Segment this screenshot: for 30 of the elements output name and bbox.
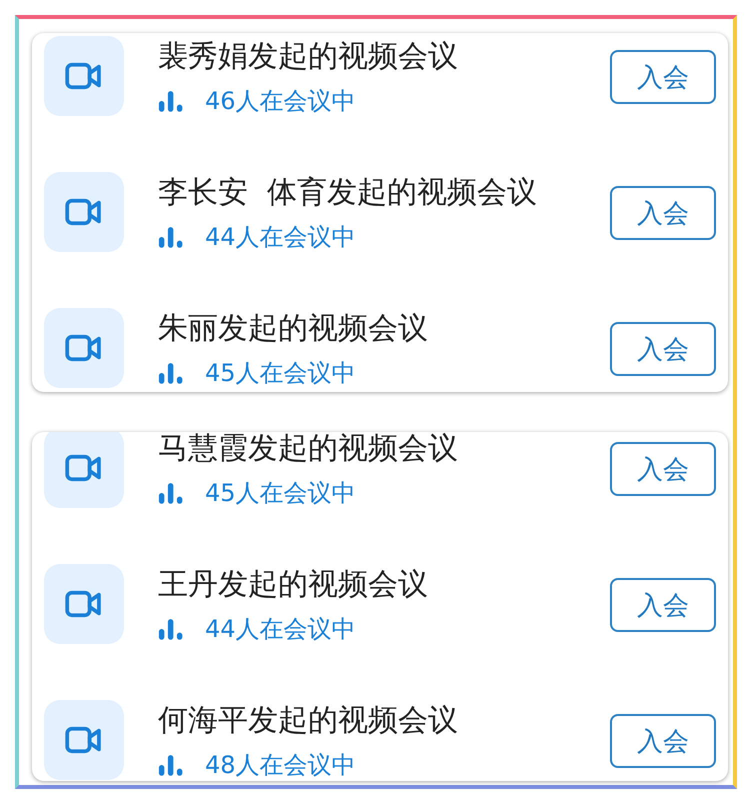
meeting-title: 王丹发起的视频会议 — [158, 566, 429, 604]
audio-bars-icon — [158, 226, 185, 248]
meeting-title: 何海平发起的视频会议 — [158, 702, 459, 740]
participant-count: 45人在会议中 — [205, 478, 356, 509]
meeting-title: 朱丽发起的视频会议 — [158, 310, 429, 348]
video-camera-icon — [65, 726, 103, 754]
participant-count: 44人在会议中 — [205, 222, 356, 253]
video-camera-icon — [65, 198, 103, 226]
video-camera-icon — [65, 454, 103, 482]
audio-bars-icon — [158, 618, 185, 640]
meeting-title: 李长安 体育发起的视频会议 — [158, 174, 538, 212]
video-camera-icon — [65, 590, 103, 618]
video-camera-icon — [65, 334, 103, 362]
join-button[interactable]: 入会 — [610, 50, 716, 104]
join-button[interactable]: 入会 — [610, 714, 716, 768]
audio-bars-icon — [158, 90, 185, 112]
participant-count: 46人在会议中 — [205, 86, 356, 117]
join-button[interactable]: 入会 — [610, 442, 716, 496]
audio-bars-icon — [158, 754, 185, 776]
join-button[interactable]: 入会 — [610, 186, 716, 240]
join-button[interactable]: 入会 — [610, 578, 716, 632]
join-button[interactable]: 入会 — [610, 322, 716, 376]
participant-count: 44人在会议中 — [205, 614, 356, 645]
video-camera-icon — [65, 62, 103, 90]
participant-count: 45人在会议中 — [205, 358, 356, 389]
meeting-title: 裴秀娟发起的视频会议 — [158, 38, 459, 76]
participant-count: 48人在会议中 — [205, 750, 356, 781]
meeting-title: 马慧霞发起的视频会议 — [158, 432, 459, 468]
audio-bars-icon — [158, 362, 185, 384]
audio-bars-icon — [158, 482, 185, 504]
